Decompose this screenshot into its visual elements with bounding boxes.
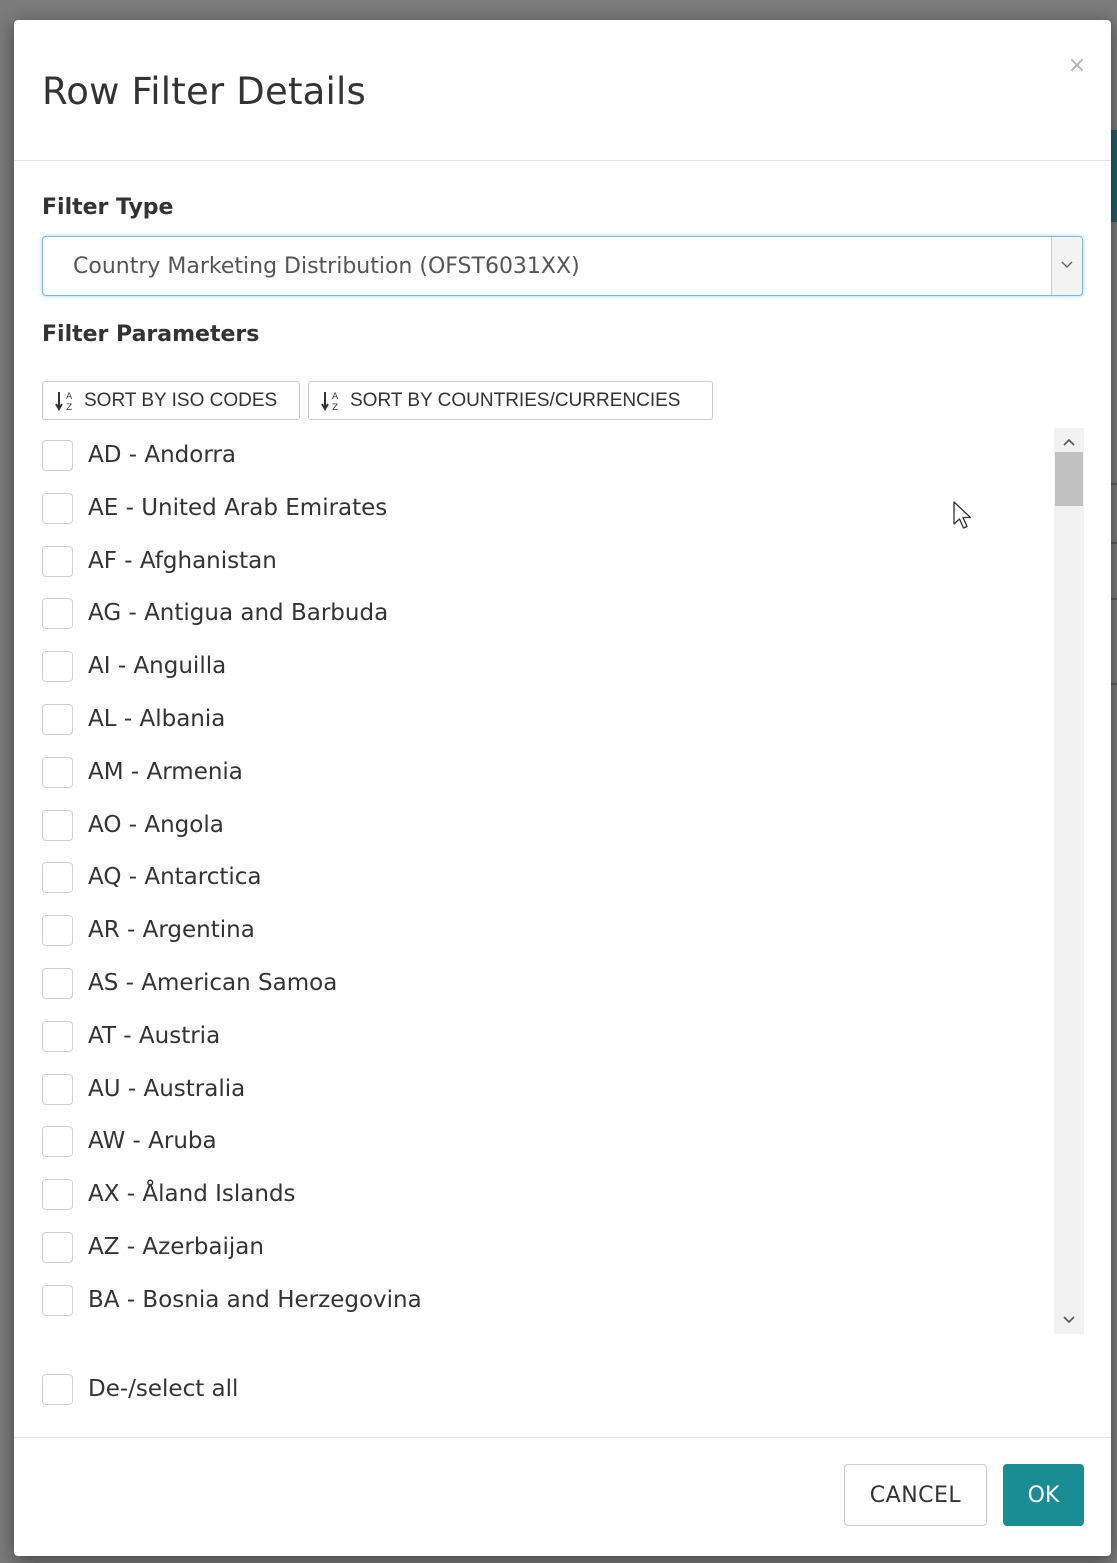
checkbox[interactable] bbox=[42, 1179, 73, 1211]
checkbox[interactable] bbox=[42, 862, 73, 894]
background-divider bbox=[1111, 683, 1117, 685]
dialog-header: Row Filter Details × bbox=[14, 20, 1111, 161]
item-label: AU - Australia bbox=[88, 1075, 246, 1102]
cancel-button[interactable]: CANCEL bbox=[844, 1464, 987, 1526]
item-label: AI - Anguilla bbox=[88, 653, 227, 680]
filter-type-selected-value: Country Marketing Distribution (OFST6031… bbox=[73, 254, 580, 279]
svg-text:A: A bbox=[332, 392, 339, 402]
checkbox[interactable] bbox=[42, 1126, 73, 1158]
list-item[interactable]: BA - Bosnia and Herzegovina bbox=[42, 1284, 1057, 1334]
svg-text:Z: Z bbox=[66, 403, 72, 413]
checkbox[interactable] bbox=[42, 545, 73, 577]
list-item[interactable]: AL - Albania bbox=[42, 703, 1057, 757]
list-item[interactable]: AZ - Azerbaijan bbox=[42, 1231, 1057, 1285]
country-checkbox-list[interactable]: AD - Andorra AE - United Arab Emirates A… bbox=[42, 428, 1057, 1334]
checkbox[interactable] bbox=[42, 1284, 73, 1316]
checkbox[interactable] bbox=[42, 651, 73, 683]
item-label: AG - Antigua and Barbuda bbox=[88, 600, 389, 627]
list-item[interactable]: AM - Armenia bbox=[42, 756, 1057, 810]
checkbox[interactable] bbox=[42, 440, 73, 471]
item-label: BA - Bosnia and Herzegovina bbox=[88, 1286, 422, 1313]
checkbox[interactable] bbox=[42, 809, 73, 841]
list-item[interactable]: AR - Argentina bbox=[42, 915, 1057, 968]
checkbox[interactable] bbox=[42, 915, 73, 947]
item-label: AF - Afghanistan bbox=[88, 547, 277, 574]
item-label: AO - Angola bbox=[88, 811, 224, 838]
svg-text:Z: Z bbox=[332, 403, 338, 413]
dialog-title: Row Filter Details bbox=[42, 70, 366, 113]
sort-by-countries-currencies-button[interactable]: A Z SORT BY COUNTRIES/CURRENCIES bbox=[308, 381, 713, 420]
list-scrollbar[interactable] bbox=[1054, 428, 1084, 1334]
background-divider bbox=[1111, 598, 1117, 600]
sort-button-label: SORT BY ISO CODES bbox=[84, 389, 278, 411]
filter-parameters-label: Filter Parameters bbox=[42, 322, 260, 347]
item-label: AT - Austria bbox=[88, 1022, 221, 1049]
filter-type-label: Filter Type bbox=[42, 195, 174, 220]
chevron-up-icon[interactable] bbox=[1054, 430, 1084, 454]
checkbox[interactable] bbox=[42, 598, 73, 630]
row-filter-dialog: Row Filter Details × Filter Type Country… bbox=[14, 20, 1111, 1556]
checkbox[interactable] bbox=[42, 1073, 73, 1105]
checkbox[interactable] bbox=[42, 1231, 73, 1263]
sort-alpha-icon: A Z bbox=[55, 391, 73, 413]
select-all-checkbox[interactable] bbox=[42, 1374, 73, 1405]
sort-alpha-icon: A Z bbox=[321, 391, 339, 413]
list-item[interactable]: AD - Andorra bbox=[42, 440, 1057, 493]
dialog-footer: CANCEL OK bbox=[14, 1437, 1111, 1556]
list-item[interactable]: AU - Australia bbox=[42, 1073, 1057, 1127]
list-item[interactable]: AQ - Antarctica bbox=[42, 862, 1057, 915]
item-label: AW - Aruba bbox=[88, 1128, 217, 1155]
list-item[interactable]: AF - Afghanistan bbox=[42, 545, 1057, 599]
svg-text:A: A bbox=[66, 392, 73, 402]
chevron-down-icon[interactable] bbox=[1051, 237, 1082, 295]
item-label: AD - Andorra bbox=[88, 442, 236, 468]
checkbox[interactable] bbox=[42, 1020, 73, 1052]
list-item[interactable]: AX - Åland Islands bbox=[42, 1179, 1057, 1232]
item-label: AM - Armenia bbox=[88, 758, 243, 785]
mouse-pointer-icon bbox=[953, 501, 972, 529]
ok-button[interactable]: OK bbox=[1003, 1464, 1084, 1526]
filter-type-select[interactable]: Country Marketing Distribution (OFST6031… bbox=[42, 236, 1083, 296]
item-label: AR - Argentina bbox=[88, 917, 255, 944]
checkbox[interactable] bbox=[42, 967, 73, 999]
item-label: AZ - Azerbaijan bbox=[88, 1233, 264, 1260]
list-item[interactable]: AO - Angola bbox=[42, 809, 1057, 863]
chevron-down-icon[interactable] bbox=[1054, 1308, 1084, 1332]
background-header-band bbox=[1111, 130, 1117, 222]
sort-by-iso-codes-button[interactable]: A Z SORT BY ISO CODES bbox=[42, 381, 300, 420]
item-label: AQ - Antarctica bbox=[88, 864, 262, 891]
background-divider bbox=[1111, 483, 1117, 485]
select-all-toggle[interactable]: De-/select all bbox=[42, 1374, 238, 1405]
list-item[interactable]: AW - Aruba bbox=[42, 1126, 1057, 1179]
select-all-label: De-/select all bbox=[88, 1376, 239, 1402]
item-label: AX - Åland Islands bbox=[88, 1181, 296, 1208]
checkbox[interactable] bbox=[42, 703, 73, 735]
item-label: AL - Albania bbox=[88, 705, 226, 732]
list-item[interactable]: AE - United Arab Emirates bbox=[42, 492, 1057, 546]
close-button[interactable]: × bbox=[1065, 54, 1089, 78]
list-item[interactable]: AT - Austria bbox=[42, 1020, 1057, 1074]
scrollbar-thumb[interactable] bbox=[1055, 452, 1083, 506]
item-label: AE - United Arab Emirates bbox=[88, 494, 388, 521]
sort-button-label: SORT BY COUNTRIES/CURRENCIES bbox=[350, 389, 681, 411]
list-item[interactable]: AS - American Samoa bbox=[42, 967, 1057, 1021]
list-item[interactable]: AG - Antigua and Barbuda bbox=[42, 598, 1057, 651]
background-divider bbox=[1111, 542, 1117, 544]
item-label: AS - American Samoa bbox=[88, 969, 338, 996]
checkbox[interactable] bbox=[42, 492, 73, 524]
checkbox[interactable] bbox=[42, 756, 73, 788]
list-item[interactable]: AI - Anguilla bbox=[42, 651, 1057, 704]
